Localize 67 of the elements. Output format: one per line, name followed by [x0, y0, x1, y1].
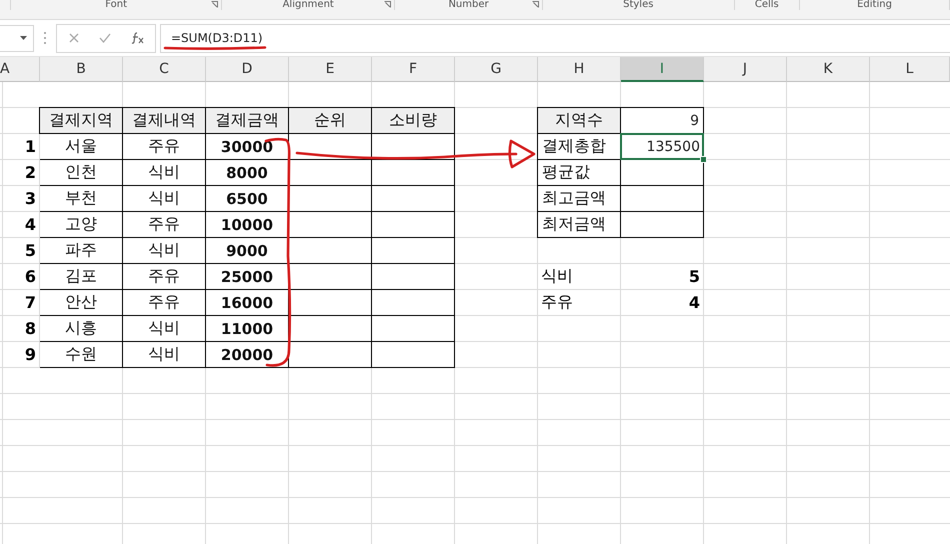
row-number: 2	[0, 160, 40, 186]
column-header[interactable]: L	[870, 57, 950, 82]
column-header[interactable]: F	[372, 57, 455, 82]
table-cell-text: 20000	[220, 344, 274, 366]
column-header[interactable]: J	[704, 57, 787, 82]
column-header[interactable]: D	[206, 57, 289, 82]
table-cell-text: 김포	[64, 265, 98, 287]
table-cell-text: 수원	[64, 343, 98, 365]
table-cell: 주유	[538, 290, 621, 316]
column-header[interactable]: H	[538, 57, 621, 82]
column-header[interactable]: A	[0, 57, 40, 82]
table-cell-text: 시흥	[64, 317, 98, 339]
row-number: 8	[0, 316, 40, 342]
row-number: 6	[0, 264, 40, 290]
table-cell-text: 서울	[64, 135, 98, 157]
table-cell-text: 주유	[147, 213, 181, 235]
formula-text: =SUM(D3:D11)	[171, 31, 263, 45]
column-header[interactable]: K	[787, 57, 870, 82]
table-cell-text: 안산	[64, 291, 98, 313]
table-cell-text: 식비	[147, 161, 181, 183]
table-cell-text: 16000	[220, 292, 274, 314]
table-cell: 4	[621, 290, 704, 316]
column-header[interactable]: E	[289, 57, 372, 82]
table-cell-text: 식비	[147, 187, 181, 209]
row-number: 4	[0, 212, 40, 238]
column-header-cell: 소비량	[372, 108, 455, 134]
table-cell-text: 10000	[220, 214, 274, 236]
table-cell-text: 주유	[147, 135, 181, 157]
row-number: 9	[0, 342, 40, 368]
table-cell: 지역수	[538, 108, 621, 134]
table-cell-text: 25000	[220, 266, 274, 288]
table-cell-text: 인천	[64, 161, 98, 183]
table-cell-text: 결제총합	[541, 135, 607, 157]
table-cell-text: 주유	[147, 291, 181, 313]
table-cell-text: 식비	[147, 317, 181, 339]
column-header[interactable]: G	[455, 57, 538, 82]
table-cell-text: 식비	[147, 239, 181, 261]
column-header-cell: 결제지역	[40, 108, 123, 134]
formula-input[interactable]: =SUM(D3:D11)	[160, 24, 950, 52]
column-header-cell: 결제내역	[123, 108, 206, 134]
column-header[interactable]: B	[40, 57, 123, 82]
table-cell-text: 최고금액	[541, 187, 607, 209]
table-cell-text: 파주	[64, 239, 98, 261]
table-cell: 식비	[538, 264, 621, 290]
table-cell-text: 11000	[220, 318, 274, 340]
column-header[interactable]: C	[123, 57, 206, 82]
table-cell-text: 6500	[225, 188, 269, 210]
table-cell-text: 부천	[64, 187, 98, 209]
table-cell-text: 8000	[225, 162, 269, 184]
table-cell-text: 9000	[225, 240, 269, 262]
column-header-cell: 순위	[289, 108, 372, 134]
table-cell-text: 평균값	[541, 161, 591, 183]
table-cell-text: 30000	[220, 136, 274, 158]
row-number: 1	[0, 134, 40, 160]
table-cell: 5	[621, 264, 704, 290]
row-number: 3	[0, 186, 40, 212]
table-cell-text: 주유	[147, 265, 181, 287]
column-header-cell: 결제금액	[206, 108, 289, 134]
row-number: 7	[0, 290, 40, 316]
table-cell-text: 9	[689, 112, 700, 130]
column-header[interactable]: I	[621, 57, 704, 82]
ribbon-group-label: Font	[105, 0, 128, 10]
selected-cell: 135500	[620, 133, 704, 160]
table-cell-text: 최저금액	[541, 213, 607, 235]
row-number: 5	[0, 238, 40, 264]
table-cell-text: 식비	[147, 343, 181, 365]
table-cell-text: 고양	[64, 213, 98, 235]
